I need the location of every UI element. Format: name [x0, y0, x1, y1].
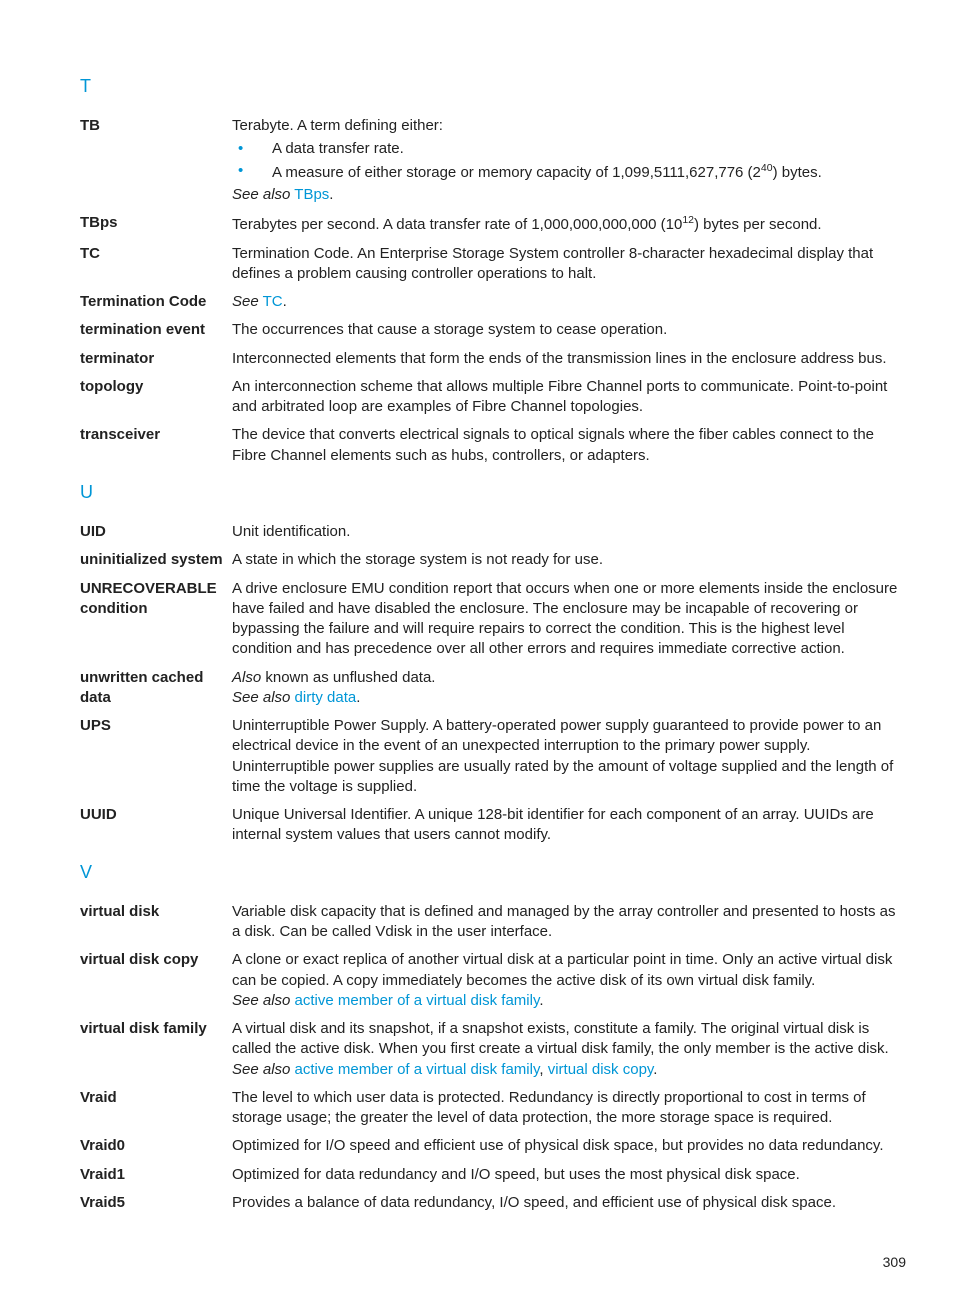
term-uuid: UUID	[80, 805, 232, 846]
definition: A clone or exact replica of another virt…	[232, 950, 906, 1011]
term-vraid5: Vraid5	[80, 1193, 232, 1213]
glossary-entry: Termination Code See TC.	[80, 292, 906, 312]
bullet-item: • A data transfer rate.	[232, 139, 906, 159]
see-also-label: See also	[232, 689, 290, 706]
definition-text: A virtual disk and its snapshot, if a sn…	[232, 1020, 889, 1057]
definition: Unique Universal Identifier. A unique 12…	[232, 805, 906, 846]
link-active-member[interactable]: active member of a virtual disk family	[295, 992, 540, 1009]
see-also: See also TBps.	[232, 185, 906, 205]
glossary-entry: TC Termination Code. An Enterprise Stora…	[80, 244, 906, 285]
term-termination-event: termination event	[80, 320, 232, 340]
see-label: See	[232, 293, 259, 310]
also-label: Also	[232, 669, 261, 686]
term-ups: UPS	[80, 716, 232, 797]
definition: Termination Code. An Enterprise Storage …	[232, 244, 906, 285]
glossary-entry: TB Terabyte. A term defining either: • A…	[80, 116, 906, 205]
page-number: 309	[80, 1253, 906, 1272]
bullet-text: A measure of either storage or memory ca…	[272, 161, 822, 183]
definition-lead: Terabyte. A term defining either:	[232, 116, 906, 136]
glossary-entry: UID Unit identification.	[80, 522, 906, 542]
definition: An interconnection scheme that allows mu…	[232, 377, 906, 418]
term-uninitialized-system: uninitialized system	[80, 550, 232, 570]
sep: ,	[539, 1061, 547, 1078]
glossary-entry: topology An interconnection scheme that …	[80, 377, 906, 418]
term-vraid1: Vraid1	[80, 1165, 232, 1185]
glossary-entry: virtual disk Variable disk capacity that…	[80, 902, 906, 943]
definition: The level to which user data is protecte…	[232, 1088, 906, 1129]
term-tc: TC	[80, 244, 232, 285]
term-unwritten-cached-data: unwritten cached data	[80, 668, 232, 709]
see-also-label: See also	[232, 992, 290, 1009]
bullet-text: A data transfer rate.	[272, 139, 404, 159]
definition: Variable disk capacity that is defined a…	[232, 902, 906, 943]
definition: A virtual disk and its snapshot, if a sn…	[232, 1019, 906, 1080]
glossary-entry: UPS Uninterruptible Power Supply. A batt…	[80, 716, 906, 797]
bullet-icon: •	[232, 161, 272, 183]
see-also-label: See also	[232, 1061, 290, 1078]
bullet-icon: •	[232, 139, 272, 159]
definition: Interconnected elements that form the en…	[232, 349, 906, 369]
tail: .	[283, 293, 287, 310]
tail: .	[653, 1061, 657, 1078]
term-unrecoverable: UNRECOVERABLE condition	[80, 579, 232, 660]
definition: Provides a balance of data redundancy, I…	[232, 1193, 906, 1213]
term-terminator: terminator	[80, 349, 232, 369]
glossary-entry: UNRECOVERABLE condition A drive enclosur…	[80, 579, 906, 660]
definition: The device that converts electrical sign…	[232, 425, 906, 466]
see-also-label: See also	[232, 186, 290, 203]
term-vraid0: Vraid0	[80, 1136, 232, 1156]
link-dirty-data[interactable]: dirty data	[295, 689, 357, 706]
glossary-entry: Vraid5 Provides a balance of data redund…	[80, 1193, 906, 1213]
definition: Optimized for data redundancy and I/O sp…	[232, 1165, 906, 1185]
glossary-entry: TBps Terabytes per second. A data transf…	[80, 213, 906, 235]
definition: Optimized for I/O speed and efficient us…	[232, 1136, 906, 1156]
glossary-entry: virtual disk family A virtual disk and i…	[80, 1019, 906, 1080]
term-virtual-disk: virtual disk	[80, 902, 232, 943]
definition: A state in which the storage system is n…	[232, 550, 906, 570]
link-virtual-disk-copy[interactable]: virtual disk copy	[548, 1061, 654, 1078]
definition: Unit identification.	[232, 522, 906, 542]
tail: .	[329, 186, 333, 203]
term-vraid: Vraid	[80, 1088, 232, 1129]
glossary-entry: transceiver The device that converts ele…	[80, 425, 906, 466]
term-uid: UID	[80, 522, 232, 542]
glossary-entry: virtual disk copy A clone or exact repli…	[80, 950, 906, 1011]
term-termination-code: Termination Code	[80, 292, 232, 312]
section-heading-t: T	[80, 74, 906, 98]
section-heading-v: V	[80, 860, 906, 884]
term-virtual-disk-family: virtual disk family	[80, 1019, 232, 1080]
term-topology: topology	[80, 377, 232, 418]
glossary-entry: uninitialized system A state in which th…	[80, 550, 906, 570]
tail: .	[356, 689, 360, 706]
glossary-entry: unwritten cached data Also known as unfl…	[80, 668, 906, 709]
link-tc[interactable]: TC	[263, 293, 283, 310]
term-transceiver: transceiver	[80, 425, 232, 466]
tail: .	[539, 992, 543, 1009]
bullet-item: • A measure of either storage or memory …	[232, 161, 906, 183]
glossary-entry: Vraid The level to which user data is pr…	[80, 1088, 906, 1129]
glossary-entry: Vraid1 Optimized for data redundancy and…	[80, 1165, 906, 1185]
link-tbps[interactable]: TBps	[294, 186, 329, 203]
definition: A drive enclosure EMU condition report t…	[232, 579, 906, 660]
definition: Terabyte. A term defining either: • A da…	[232, 116, 906, 205]
glossary-entry: Vraid0 Optimized for I/O speed and effic…	[80, 1136, 906, 1156]
glossary-entry: terminator Interconnected elements that …	[80, 349, 906, 369]
definition: Uninterruptible Power Supply. A battery-…	[232, 716, 906, 797]
glossary-entry: UUID Unique Universal Identifier. A uniq…	[80, 805, 906, 846]
definition: Also known as unflushed data. See also d…	[232, 668, 906, 709]
also-text: known as unflushed data.	[261, 669, 435, 686]
link-active-member[interactable]: active member of a virtual disk family	[295, 1061, 540, 1078]
term-tbps: TBps	[80, 213, 232, 235]
definition: The occurrences that cause a storage sys…	[232, 320, 906, 340]
definition-text: A clone or exact replica of another virt…	[232, 951, 892, 988]
section-heading-u: U	[80, 480, 906, 504]
glossary-entry: termination event The occurrences that c…	[80, 320, 906, 340]
definition: Terabytes per second. A data transfer ra…	[232, 213, 906, 235]
definition: See TC.	[232, 292, 906, 312]
term-tb: TB	[80, 116, 232, 205]
term-virtual-disk-copy: virtual disk copy	[80, 950, 232, 1011]
